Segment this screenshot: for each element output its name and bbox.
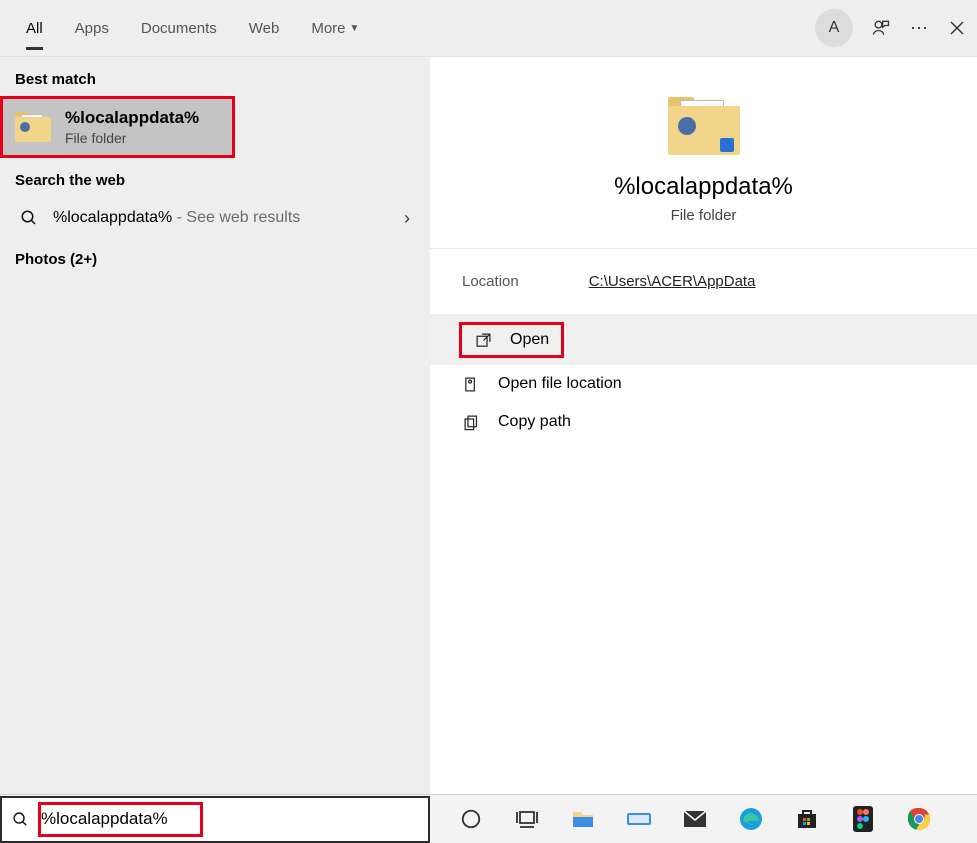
open-icon [474,331,492,349]
search-icon [15,209,43,227]
folder-icon [15,112,51,142]
tab-apps[interactable]: Apps [59,0,125,56]
tab-more-label: More [311,20,345,37]
search-filter-bar: All Apps Documents Web More ▼ A ⋯ [0,0,977,57]
chrome-icon[interactable] [906,806,932,832]
tab-all[interactable]: All [10,0,59,56]
web-result-text: %localappdata% - See web results [53,209,300,227]
edge-icon[interactable] [738,806,764,832]
search-icon [12,811,29,828]
tab-documents[interactable]: Documents [125,0,233,56]
taskbar [0,794,977,843]
location-row: Location C:\Users\ACER\AppData [430,249,977,315]
action-open-location-label: Open file location [498,375,622,393]
search-input[interactable] [41,809,418,829]
feedback-icon[interactable] [871,18,891,38]
topbar-actions: A ⋯ [815,0,967,56]
action-open-label: Open [510,331,549,349]
folder-icon-large [668,97,740,155]
mail-icon[interactable] [682,806,708,832]
cortana-icon[interactable] [458,806,484,832]
preview-subtitle: File folder [450,207,957,224]
results-list: Best match %localappdata% File folder Se… [0,57,430,794]
close-icon[interactable] [947,18,967,38]
action-copy-path[interactable]: Copy path [430,403,977,441]
task-view-icon[interactable] [514,806,540,832]
folder-open-icon [462,375,480,393]
web-result-suffix: - See web results [172,209,300,226]
best-match-result[interactable]: %localappdata% File folder [0,96,235,158]
filter-tabs: All Apps Documents Web More ▼ [10,0,375,56]
store-icon[interactable] [794,806,820,832]
tab-web[interactable]: Web [233,0,296,56]
best-match-title: %localappdata% [65,108,199,128]
preview-panel: %localappdata% File folder Location C:\U… [430,57,977,794]
action-open-location[interactable]: Open file location [430,365,977,403]
location-label: Location [462,273,519,290]
search-web-heading: Search the web [0,158,430,197]
action-copy-path-label: Copy path [498,413,571,431]
figma-icon[interactable] [850,806,876,832]
best-match-subtitle: File folder [65,130,199,146]
action-open[interactable]: Open [430,315,977,365]
copy-icon [462,413,480,431]
user-avatar[interactable]: A [815,9,853,47]
preview-header: %localappdata% File folder [430,57,977,249]
location-value[interactable]: C:\Users\ACER\AppData [589,273,756,290]
tab-more[interactable]: More ▼ [295,0,375,56]
chevron-down-icon: ▼ [350,23,360,34]
taskbar-icons [430,806,932,832]
best-match-heading: Best match [0,57,430,96]
chevron-right-icon: › [404,208,410,229]
search-results-area: Best match %localappdata% File folder Se… [0,57,977,794]
best-match-text: %localappdata% File folder [65,108,199,146]
file-explorer-icon[interactable] [570,806,596,832]
taskbar-search[interactable] [0,796,430,843]
web-result-query: %localappdata% [53,209,172,226]
web-result-row[interactable]: %localappdata% - See web results › [0,197,430,239]
photos-heading[interactable]: Photos (2+) [0,239,430,280]
more-options-icon[interactable]: ⋯ [909,18,929,38]
preview-title: %localappdata% [450,173,957,201]
keyboard-app-icon[interactable] [626,806,652,832]
